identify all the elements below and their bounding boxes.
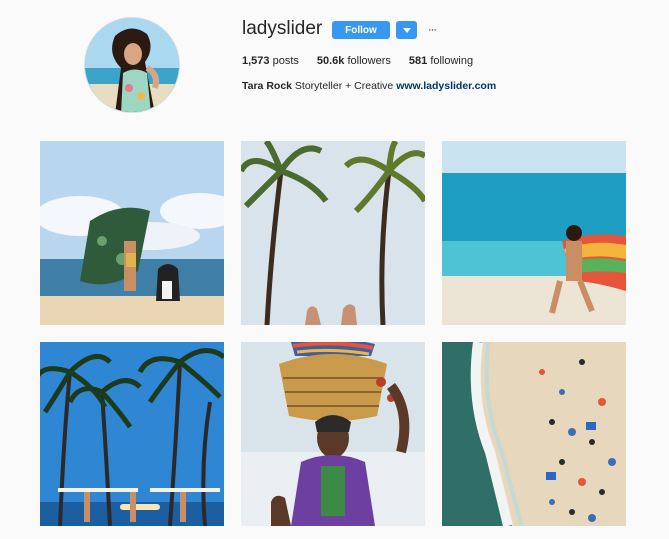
follow-button[interactable]: Follow [332, 21, 390, 39]
profile-avatar[interactable] [84, 17, 180, 113]
followers-stat[interactable]: 50.6k followers [317, 55, 391, 67]
post-image [241, 141, 425, 325]
post-thumbnail[interactable] [40, 342, 224, 526]
following-stat[interactable]: 581 following [409, 55, 473, 67]
followers-label: followers [347, 55, 391, 67]
chevron-down-icon [402, 27, 411, 33]
bio-name: Tara Rock [242, 80, 292, 92]
post-thumbnail[interactable] [241, 342, 425, 526]
post-image [442, 141, 626, 325]
bio-text: Storyteller + Creative [294, 80, 394, 92]
posts-count: 1,573 [242, 55, 270, 67]
more-options-button[interactable]: ··· [425, 21, 439, 39]
profile-stats: 1,573 posts 50.6k followers 581 followin… [242, 55, 491, 67]
post-thumbnail[interactable] [241, 141, 425, 325]
post-image [241, 342, 425, 526]
avatar-image [85, 18, 179, 112]
profile-username: ladyslider [242, 18, 323, 39]
profile-bio: Tara Rock Storyteller + Creative www.lad… [242, 80, 496, 92]
post-image [40, 141, 224, 325]
suggestions-dropdown-button[interactable] [396, 21, 417, 39]
posts-label: posts [272, 55, 299, 67]
following-label: following [430, 55, 474, 67]
followers-count: 50.6k [316, 55, 345, 67]
post-image [40, 342, 224, 526]
posts-stat: 1,573 posts [242, 55, 299, 67]
bio-link[interactable]: www.ladyslider.com [396, 80, 496, 92]
post-thumbnail[interactable] [442, 342, 626, 526]
post-thumbnail[interactable] [442, 141, 626, 325]
following-count: 581 [408, 55, 428, 67]
post-thumbnail[interactable] [40, 141, 224, 325]
post-image [442, 342, 626, 526]
ellipsis-icon: ··· [428, 24, 437, 36]
